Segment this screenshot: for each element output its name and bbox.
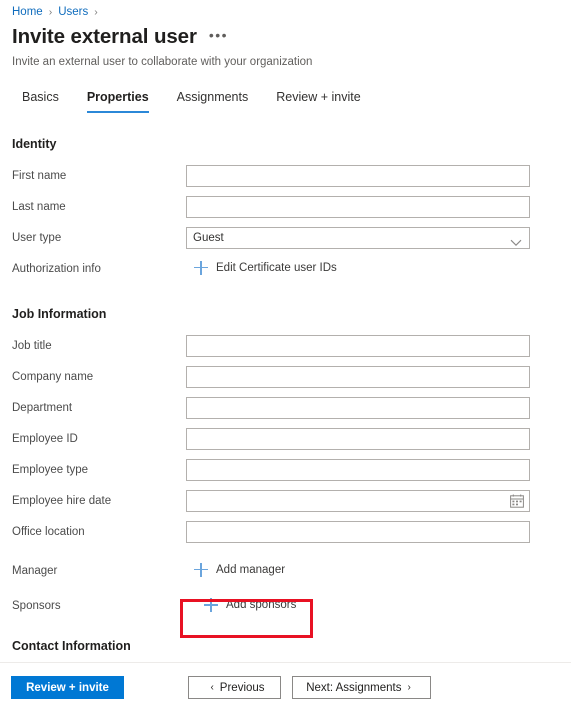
company-name-input[interactable] [186, 365, 530, 388]
chevron-right-icon: › [407, 682, 411, 693]
field-row-first-name: First name [0, 160, 571, 191]
field-row-last-name: Last name [0, 191, 571, 222]
employee-hire-date-input[interactable] [186, 489, 530, 512]
add-manager-label: Add manager [216, 563, 286, 576]
add-manager-button[interactable]: Add manager [190, 560, 291, 580]
edit-certificate-user-ids-label: Edit Certificate user IDs [216, 261, 337, 274]
job-title-input[interactable] [186, 334, 530, 357]
label-employee-id: Employee ID [12, 432, 78, 445]
office-location-input[interactable] [186, 520, 530, 543]
first-name-input[interactable] [186, 164, 530, 187]
breadcrumb-item-users[interactable]: Users [58, 6, 88, 18]
label-office-location: Office location [12, 525, 85, 538]
plus-icon [194, 562, 208, 577]
section-heading-job-information: Job Information [12, 307, 107, 321]
page-title: Invite external user [12, 25, 197, 48]
more-options-icon[interactable]: ••• [209, 28, 228, 42]
previous-button-label: Previous [219, 681, 265, 694]
wizard-footer: Review + invite ‹ Previous Next: Assignm… [0, 662, 571, 710]
add-sponsors-button[interactable]: Add sponsors [200, 595, 302, 615]
label-job-title: Job title [12, 339, 52, 352]
field-row-user-type: User type [0, 222, 571, 253]
label-department: Department [12, 401, 73, 414]
section-heading-contact-information-text: Contact Information [12, 639, 131, 653]
field-row-job-title: Job title [0, 330, 571, 361]
next-button-label: Next: Assignments [306, 681, 402, 694]
edit-certificate-user-ids-button[interactable]: Edit Certificate user IDs [190, 258, 343, 278]
add-sponsors-label: Add sponsors [226, 599, 297, 611]
field-row-authorization-info: Authorization info Edit Certificate user… [0, 253, 571, 284]
field-row-employee-hire-date: Employee hire date [0, 485, 571, 516]
breadcrumb-separator-trailing-icon: › [94, 6, 98, 18]
review-invite-button[interactable]: Review + invite [11, 676, 124, 699]
tab-review-invite[interactable]: Review + invite [262, 88, 374, 113]
tab-assignments[interactable]: Assignments [163, 88, 263, 113]
section-heading-identity: Identity [12, 137, 57, 151]
department-input[interactable] [186, 396, 530, 419]
next-assignments-button[interactable]: Next: Assignments › [292, 676, 431, 699]
properties-form: Identity First name Last name User type [0, 133, 571, 662]
field-row-department: Department [0, 392, 571, 423]
label-last-name: Last name [12, 200, 66, 213]
label-sponsors: Sponsors [12, 600, 61, 612]
breadcrumb: Home › Users › [12, 4, 104, 20]
chevron-left-icon: ‹ [210, 682, 214, 693]
tab-properties[interactable]: Properties [73, 88, 163, 113]
last-name-input[interactable] [186, 195, 530, 218]
field-row-manager: Manager Add manager [0, 555, 571, 586]
label-user-type: User type [12, 231, 62, 244]
section-heading-contact-information: Contact Information [0, 635, 571, 662]
wizard-tabs: Basics Properties Assignments Review + i… [8, 88, 375, 118]
label-employee-type: Employee type [12, 463, 89, 476]
field-row-company-name: Company name [0, 361, 571, 392]
label-authorization-info: Authorization info [12, 262, 101, 275]
label-first-name: First name [12, 169, 67, 182]
field-row-employee-type: Employee type [0, 454, 571, 485]
breadcrumb-separator-icon: › [48, 6, 53, 18]
field-row-employee-id: Employee ID [0, 423, 571, 454]
field-row-office-location: Office location [0, 516, 571, 547]
tab-basics[interactable]: Basics [8, 88, 73, 113]
field-row-sponsors: Sponsors Add sponsors [0, 586, 571, 626]
previous-button[interactable]: ‹ Previous [188, 676, 281, 699]
breadcrumb-item-home[interactable]: Home [12, 6, 43, 18]
label-company-name: Company name [12, 370, 94, 383]
employee-id-input[interactable] [186, 427, 530, 450]
page-header: Invite external user ••• [12, 24, 228, 50]
label-manager: Manager [12, 564, 58, 577]
page-subtitle: Invite an external user to collaborate w… [12, 56, 313, 68]
plus-icon [194, 260, 208, 275]
employee-type-input[interactable] [186, 458, 530, 481]
user-type-select[interactable] [186, 226, 530, 249]
label-employee-hire-date: Employee hire date [12, 494, 112, 507]
plus-icon [204, 598, 218, 612]
